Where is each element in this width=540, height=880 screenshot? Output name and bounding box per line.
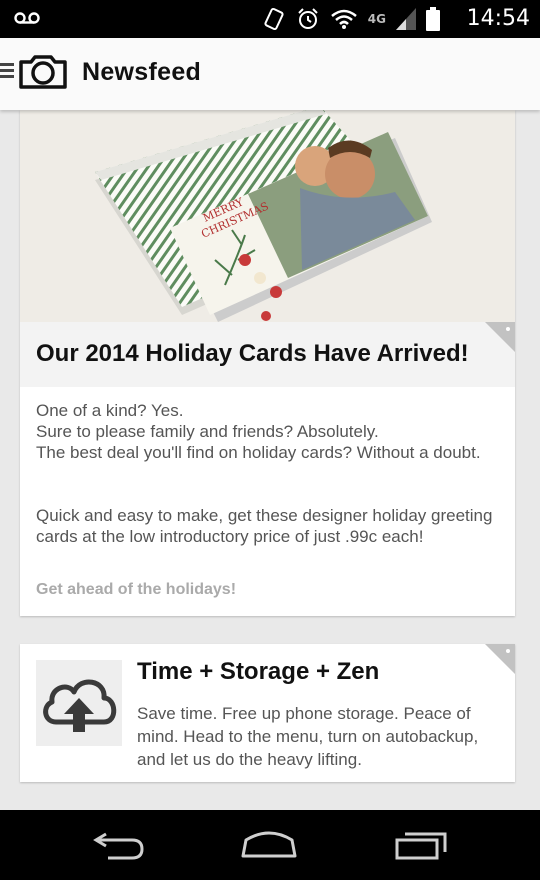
- body-paragraph: Quick and easy to make, get these design…: [36, 506, 493, 546]
- recents-icon[interactable]: [393, 828, 449, 862]
- vibrate-icon: [264, 7, 284, 31]
- clock: 14:54: [466, 6, 530, 31]
- body-line: Sure to please family and friends? Absol…: [36, 422, 379, 441]
- app-bar: Newsfeed: [0, 38, 540, 110]
- card-title: Time + Storage + Zen: [137, 658, 380, 685]
- card-body: One of a kind? Yes. Sure to please famil…: [36, 400, 506, 547]
- wifi-icon: [330, 9, 357, 29]
- card-title-band: Our 2014 Holiday Cards Have Arrived!: [20, 322, 515, 387]
- voicemail-icon: [14, 12, 40, 24]
- battery-icon: [426, 7, 440, 31]
- corner-fold-icon[interactable]: [485, 644, 515, 674]
- cloud-upload-icon: [36, 660, 122, 746]
- card-body: Save time. Free up phone storage. Peace …: [137, 704, 479, 769]
- alarm-icon: [298, 8, 318, 29]
- card-title: Our 2014 Holiday Cards Have Arrived!: [36, 340, 469, 367]
- autobackup-card[interactable]: Time + Storage + Zen Save time. Free up …: [20, 644, 515, 782]
- home-icon[interactable]: [240, 828, 298, 862]
- signal-icon: [396, 8, 416, 30]
- newsfeed-list[interactable]: MERRY CHRISTMAS Our 2014 Holiday Cards H…: [0, 110, 540, 810]
- holiday-cards-card[interactable]: MERRY CHRISTMAS Our 2014 Holiday Cards H…: [20, 110, 515, 616]
- corner-fold-icon[interactable]: [485, 322, 515, 352]
- body-line: One of a kind? Yes.: [36, 401, 184, 420]
- body-line: The best deal you'll find on holiday car…: [36, 443, 481, 462]
- get-ahead-link[interactable]: Get ahead of the holidays!: [36, 581, 236, 599]
- network-type: 4G: [367, 12, 386, 26]
- back-icon[interactable]: [92, 828, 146, 862]
- status-bar: 4G 14:54: [0, 0, 540, 38]
- camera-logo-icon[interactable]: [18, 54, 68, 90]
- page-title: Newsfeed: [82, 58, 202, 86]
- navigation-bar: [0, 810, 540, 880]
- menu-icon[interactable]: [0, 63, 16, 79]
- holiday-cards-image: MERRY CHRISTMAS: [20, 110, 515, 322]
